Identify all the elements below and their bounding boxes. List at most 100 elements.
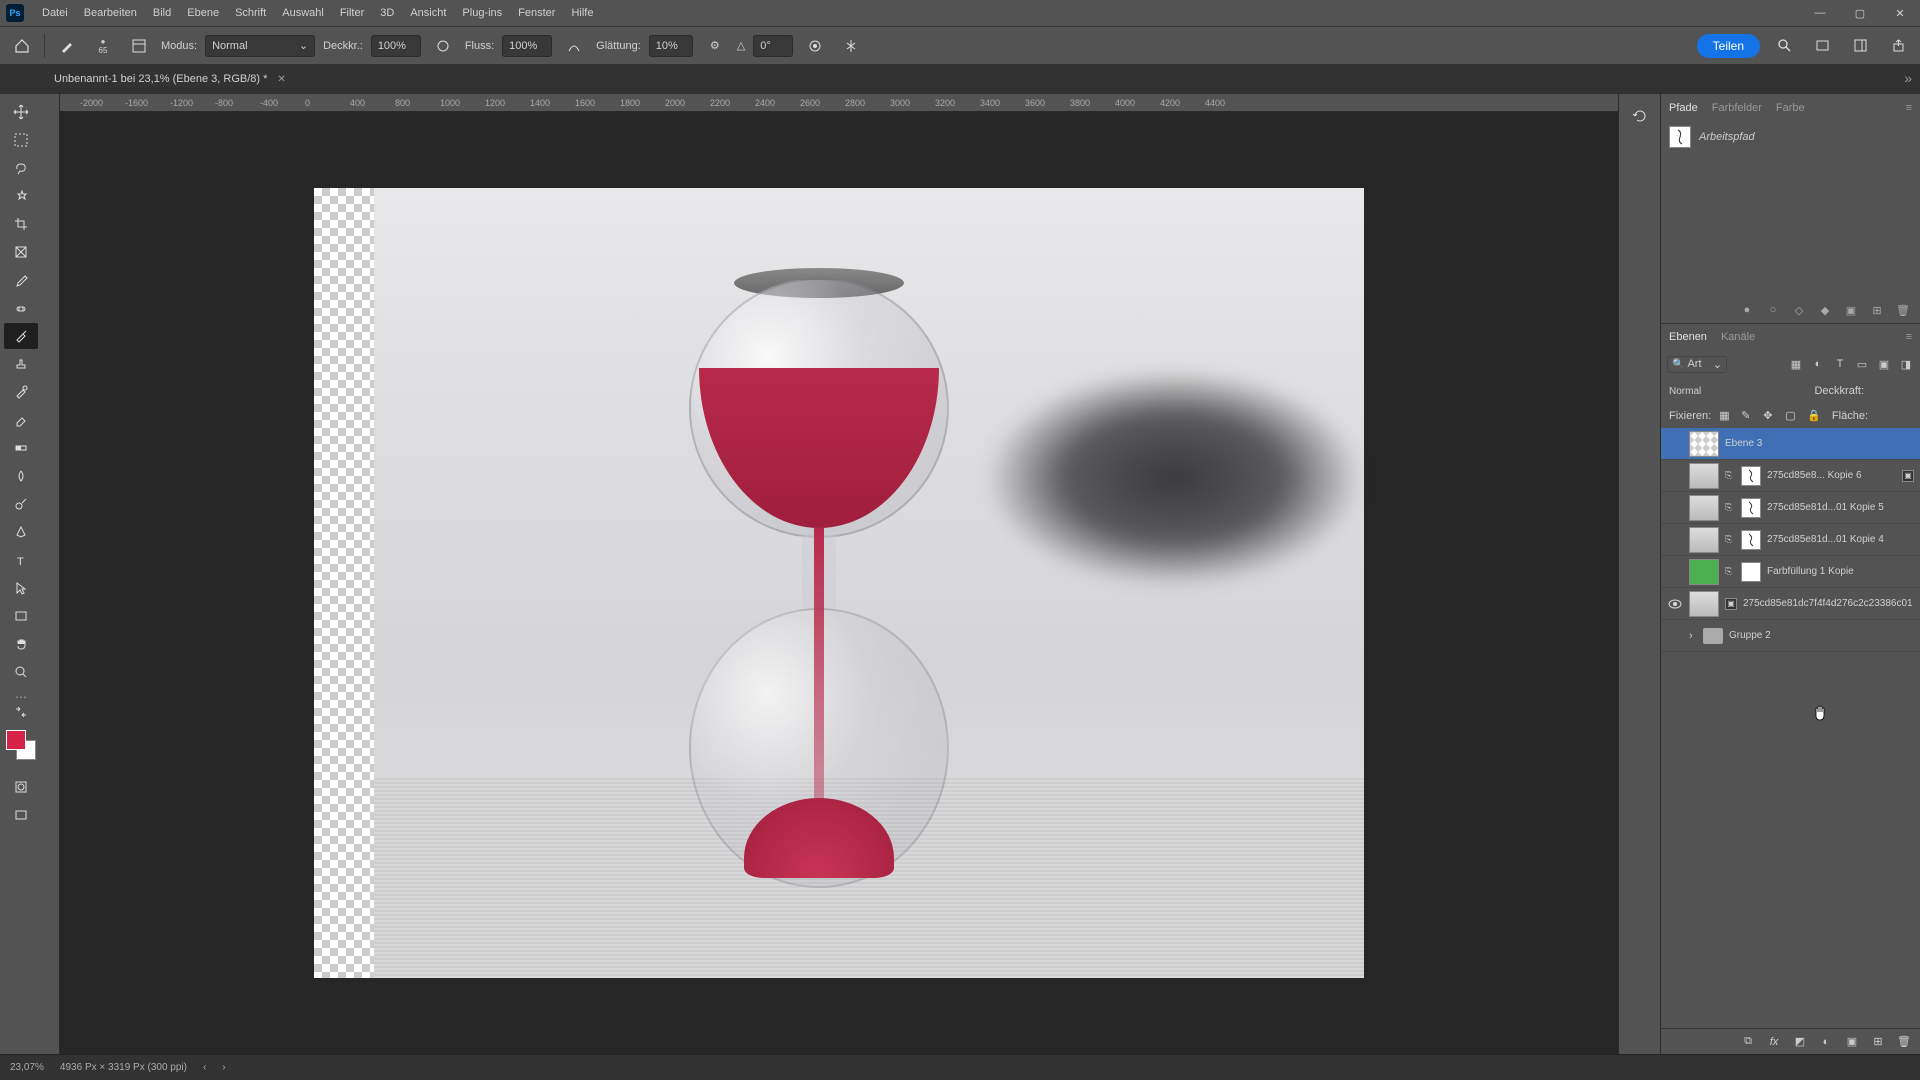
visibility-toggle[interactable] (1667, 500, 1683, 516)
lock-position-icon[interactable]: ✥ (1763, 409, 1777, 423)
link-layers-icon[interactable]: ⧉ (1740, 1034, 1756, 1050)
layer-row[interactable]: ⎘ Farbfüllung 1 Kopie (1661, 556, 1920, 588)
layer-mask[interactable] (1741, 466, 1761, 486)
layer-row[interactable]: ›Gruppe 2 (1661, 620, 1920, 652)
close-tab-icon[interactable]: ✕ (277, 74, 285, 85)
add-mask-icon[interactable]: ◩ (1792, 1034, 1808, 1050)
type-tool[interactable]: T (4, 547, 38, 573)
layer-thumbnail[interactable] (1689, 463, 1719, 489)
delete-layer-icon[interactable]: 🗑 (1896, 1034, 1912, 1050)
adjustment-layer-icon[interactable]: ◐ (1818, 1034, 1834, 1050)
gradient-tool[interactable] (4, 435, 38, 461)
new-path-icon[interactable]: ⊞ (1870, 303, 1884, 317)
document-tab[interactable]: Unbenannt-1 bei 23,1% (Ebene 3, RGB/8) *… (40, 67, 300, 91)
wand-tool[interactable] (4, 183, 38, 209)
filter-adjust-icon[interactable]: ◐ (1810, 356, 1826, 372)
share-button[interactable]: Teilen (1697, 34, 1760, 58)
menu-item[interactable]: Schrift (227, 7, 274, 19)
path-select-tool[interactable] (4, 575, 38, 601)
layer-name[interactable]: Farbfüllung 1 Kopie (1767, 566, 1914, 577)
flow-input[interactable]: 100% (502, 35, 552, 57)
filter-type-icon[interactable]: T (1832, 356, 1848, 372)
add-mask-icon[interactable]: ▣ (1844, 303, 1858, 317)
brush-tool-icon[interactable] (53, 32, 81, 60)
shape-tool[interactable] (4, 603, 38, 629)
color-swatches[interactable] (6, 730, 36, 760)
horizontal-ruler[interactable]: -2000-1600-1200-800-40004008001000120014… (60, 94, 1618, 112)
marquee-tool[interactable] (4, 127, 38, 153)
layer-name[interactable]: 275cd85e81dc7f4f4d276c2c23386c01 (1743, 598, 1914, 609)
layer-thumbnail[interactable] (1689, 559, 1719, 585)
hand-tool[interactable] (4, 631, 38, 657)
brush-preset[interactable]: ●65 (89, 32, 117, 60)
zoom-tool[interactable] (4, 659, 38, 685)
workspace-icon[interactable] (1846, 32, 1874, 60)
vertical-ruler[interactable] (42, 94, 60, 1054)
visibility-toggle[interactable] (1667, 564, 1683, 580)
selection-to-path-icon[interactable]: ◆ (1818, 303, 1832, 317)
swap-colors-icon[interactable] (4, 705, 38, 719)
layer-thumbnail[interactable] (1689, 431, 1719, 457)
layer-name[interactable]: 275cd85e81d...01 Kopie 5 (1767, 502, 1914, 513)
opacity-input[interactable]: 100% (371, 35, 421, 57)
minimize-button[interactable]: — (1800, 0, 1840, 26)
status-nav-right[interactable]: › (222, 1062, 225, 1073)
lock-artboard-icon[interactable]: ▢ (1785, 409, 1799, 423)
search-icon[interactable] (1770, 32, 1798, 60)
layer-name[interactable]: 275cd85e81d...01 Kopie 4 (1767, 534, 1914, 545)
menu-item[interactable]: Ebene (179, 7, 227, 19)
layer-row[interactable]: ⎘275cd85e81d...01 Kopie 5 (1661, 492, 1920, 524)
document-dimensions[interactable]: 4936 Px × 3319 Px (300 ppi) (60, 1062, 187, 1073)
quickmask-icon[interactable] (4, 774, 38, 800)
close-button[interactable]: ✕ (1880, 0, 1920, 26)
canvas[interactable] (60, 112, 1618, 1054)
pen-tool[interactable] (4, 519, 38, 545)
menu-item[interactable]: Auswahl (274, 7, 332, 19)
menu-item[interactable]: Plug-ins (454, 7, 510, 19)
menu-item[interactable]: Filter (332, 7, 372, 19)
move-tool[interactable] (4, 99, 38, 125)
layer-name[interactable]: Ebene 3 (1725, 438, 1914, 449)
foreground-color[interactable] (6, 730, 26, 750)
history-panel-icon[interactable] (1623, 103, 1657, 129)
menu-item[interactable]: Bearbeiten (76, 7, 145, 19)
symmetry-icon[interactable] (837, 32, 865, 60)
visibility-toggle[interactable] (1667, 468, 1683, 484)
eraser-tool[interactable] (4, 407, 38, 433)
lock-all-icon[interactable]: 🔒 (1807, 409, 1821, 423)
brush-tool[interactable] (4, 323, 38, 349)
crop-tool[interactable] (4, 211, 38, 237)
lasso-tool[interactable] (4, 155, 38, 181)
menu-item[interactable]: 3D (372, 7, 402, 19)
layer-fx-icon[interactable]: fx (1766, 1034, 1782, 1050)
export-icon[interactable] (1884, 32, 1912, 60)
panel-menu-icon[interactable]: ≡ (1906, 102, 1912, 114)
menu-item[interactable]: Ansicht (402, 7, 454, 19)
menu-item[interactable]: Fenster (510, 7, 563, 19)
screenmode-toggle-icon[interactable] (4, 802, 38, 828)
tab-color[interactable]: Farbe (1776, 102, 1805, 114)
link-icon[interactable]: ⎘ (1725, 566, 1735, 577)
lock-transparency-icon[interactable]: ▦ (1719, 409, 1733, 423)
visibility-toggle[interactable] (1667, 596, 1683, 612)
eyedropper-tool[interactable] (4, 267, 38, 293)
layer-mask[interactable] (1741, 498, 1761, 518)
airbrush-icon[interactable] (560, 32, 588, 60)
new-group-icon[interactable]: ▣ (1844, 1034, 1860, 1050)
path-to-selection-icon[interactable]: ◇ (1792, 303, 1806, 317)
smoothing-input[interactable]: 10% (649, 35, 693, 57)
pressure-size-icon[interactable] (801, 32, 829, 60)
layer-mask[interactable] (1741, 562, 1761, 582)
filter-shape-icon[interactable]: ▭ (1854, 356, 1870, 372)
menu-item[interactable]: Hilfe (563, 7, 601, 19)
layer-name[interactable]: Gruppe 2 (1729, 630, 1914, 641)
history-brush-tool[interactable] (4, 379, 38, 405)
filter-toggle-icon[interactable]: ◨ (1898, 356, 1914, 372)
tab-channels[interactable]: Kanäle (1721, 331, 1755, 343)
smoothing-options-icon[interactable]: ⚙ (701, 32, 729, 60)
mode-select[interactable]: Normal⌄ (205, 35, 315, 57)
fill-path-icon[interactable]: ● (1740, 303, 1754, 317)
path-item[interactable]: Arbeitspfad (1661, 122, 1920, 152)
layer-thumbnail[interactable] (1689, 495, 1719, 521)
filter-kind-select[interactable]: 🔍 Art ⌄ (1667, 356, 1727, 373)
